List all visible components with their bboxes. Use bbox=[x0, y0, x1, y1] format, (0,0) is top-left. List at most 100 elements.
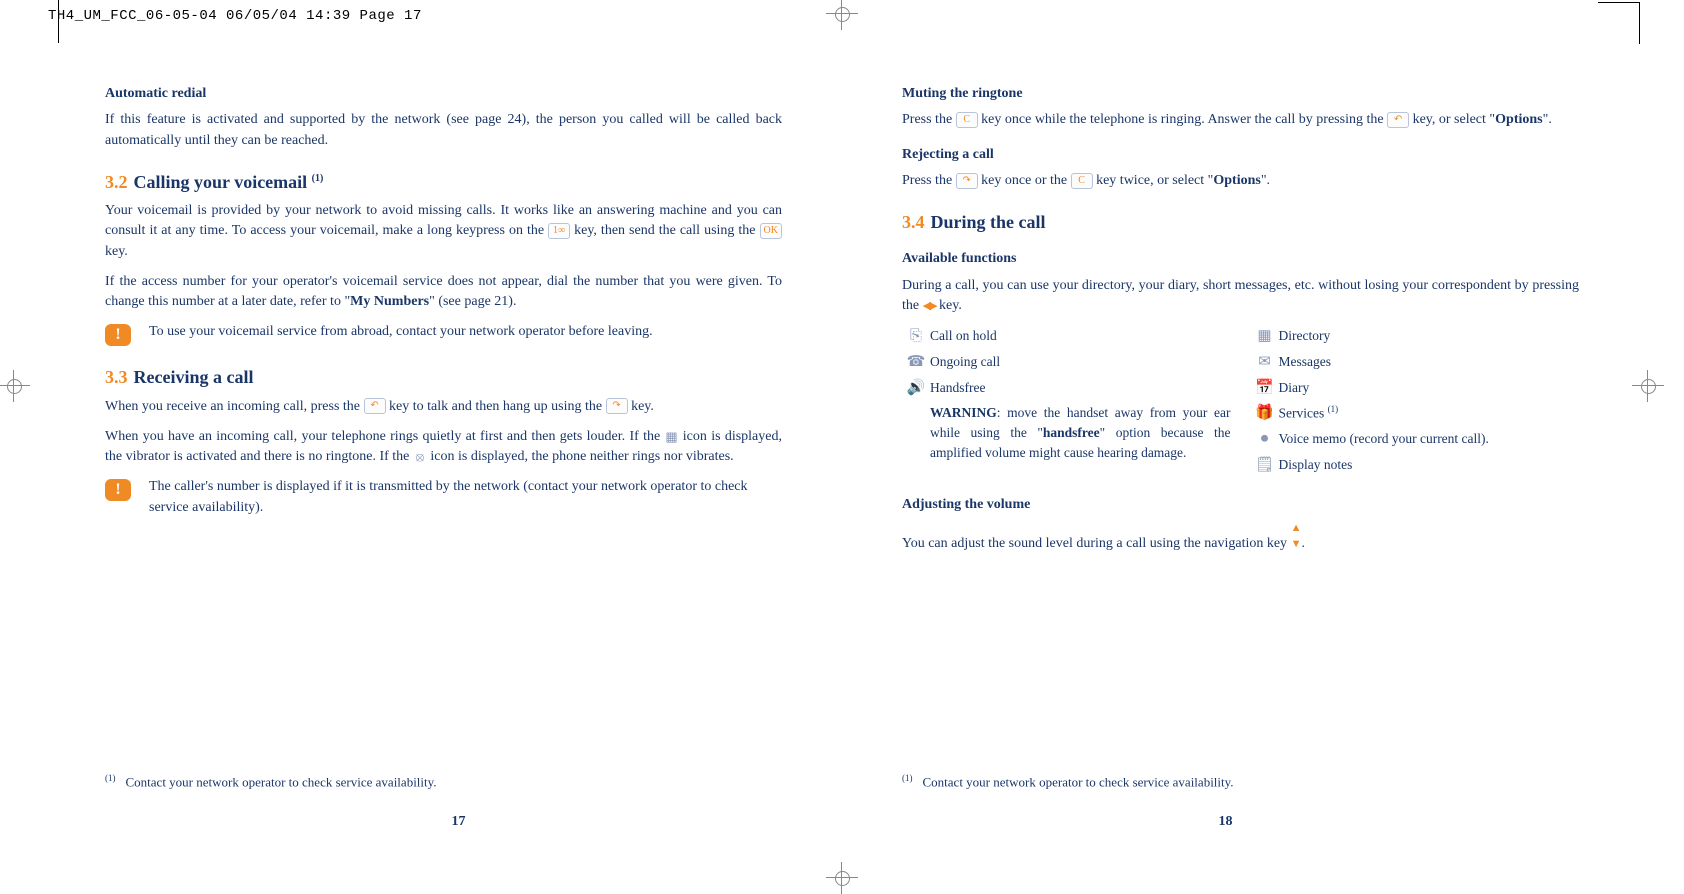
voicemail-key-icon: 1∞ bbox=[548, 223, 570, 239]
text-fragment: key once or the bbox=[978, 173, 1071, 188]
section-3-4-heading: 3.4 During the call bbox=[902, 209, 1579, 235]
text-fragment: When you have an incoming call, your tel… bbox=[105, 429, 664, 444]
note-block: ! The caller's number is displayed if it… bbox=[105, 477, 782, 518]
list-item: 📅Diary bbox=[1251, 378, 1580, 400]
bold-text: handsfree bbox=[1043, 425, 1100, 440]
body-text: During a call, you can use your director… bbox=[902, 276, 1579, 317]
heading-available-functions: Available functions bbox=[902, 249, 1579, 269]
crop-mark bbox=[58, 0, 59, 43]
section-3-2-heading: 3.2Calling your voicemail (1) bbox=[105, 169, 782, 195]
list-label: Voice memo (record your current call). bbox=[1279, 429, 1580, 449]
list-label: Ongoing call bbox=[930, 352, 1231, 372]
body-text: Your voicemail is provided by your netwo… bbox=[105, 201, 782, 262]
body-text: You can adjust the sound level during a … bbox=[902, 521, 1579, 554]
nav-up-down-icon: ▲▼ bbox=[1291, 521, 1302, 553]
pickup-key-icon: ↶ bbox=[364, 398, 386, 414]
text-fragment: key to talk and then hang up using the bbox=[386, 399, 606, 414]
text-fragment: " (see page 21). bbox=[429, 294, 516, 309]
text-fragment: During a call, you can use your director… bbox=[902, 278, 1579, 313]
body-text: Press the ↷ key once or the C key twice,… bbox=[902, 171, 1579, 191]
footnote: (1)Contact your network operator to chec… bbox=[902, 772, 1579, 792]
text-fragment: key. bbox=[628, 399, 654, 414]
section-number: 3.4 bbox=[902, 212, 925, 232]
footnote-ref: (1) bbox=[1328, 404, 1339, 414]
c-key-icon: C bbox=[956, 112, 978, 128]
hangup-key-icon: ↷ bbox=[606, 398, 628, 414]
page-17: Automatic redial If this feature is acti… bbox=[75, 70, 842, 852]
text-fragment: . bbox=[1301, 536, 1305, 551]
page-18: Muting the ringtone Press the C key once… bbox=[842, 70, 1609, 852]
functions-col-right: ▦Directory ✉Messages 📅Diary 🎁Services (1… bbox=[1251, 326, 1580, 481]
section-number: 3.2 bbox=[105, 172, 128, 192]
list-item: 🗒Display notes bbox=[1251, 455, 1580, 477]
list-label: Display notes bbox=[1279, 455, 1580, 475]
text-fragment: key. bbox=[105, 244, 128, 259]
page-number: 18 bbox=[842, 812, 1609, 832]
list-item: ☎Ongoing call bbox=[902, 352, 1231, 374]
list-label: Call on hold bbox=[930, 326, 1231, 346]
notes-icon: 🗒 bbox=[1251, 455, 1279, 477]
footnote: (1) Contact your network operator to chec… bbox=[105, 772, 812, 792]
services-icon: 🎁 bbox=[1251, 403, 1279, 425]
heading-automatic-redial: Automatic redial bbox=[105, 84, 782, 104]
handsfree-warning: WARNING: move the handset away from your… bbox=[930, 403, 1231, 462]
diary-icon: 📅 bbox=[1251, 378, 1279, 400]
text-fragment: Press the bbox=[902, 173, 956, 188]
pickup-key-icon: ↶ bbox=[1387, 112, 1409, 128]
bold-text: WARNING bbox=[930, 405, 997, 420]
body-text: When you receive an incoming call, press… bbox=[105, 397, 782, 417]
footnote-marker: (1) bbox=[902, 773, 913, 783]
bold-text: Options bbox=[1495, 112, 1542, 127]
note-text: To use your voicemail service from abroa… bbox=[149, 322, 782, 342]
text-fragment: key. bbox=[936, 298, 962, 313]
text-fragment: key, or select " bbox=[1409, 112, 1495, 127]
heading-muting-ringtone: Muting the ringtone bbox=[902, 84, 1579, 104]
handsfree-icon: 🔊 bbox=[902, 378, 930, 400]
footnote-marker: (1) bbox=[105, 773, 116, 783]
list-label: Services (1) bbox=[1279, 403, 1580, 423]
list-item: ✉Messages bbox=[1251, 352, 1580, 374]
vibrate-icon: ▦ bbox=[664, 430, 678, 444]
alert-icon: ! bbox=[105, 479, 131, 501]
nav-left-right-icon: ◀▶ bbox=[923, 300, 936, 312]
list-label: Messages bbox=[1279, 352, 1580, 372]
body-text: If this feature is activated and support… bbox=[105, 110, 782, 151]
heading-rejecting-call: Rejecting a call bbox=[902, 145, 1579, 165]
list-item: ⏺Voice memo (record your current call). bbox=[1251, 429, 1580, 451]
hangup-key-icon: ↷ bbox=[956, 173, 978, 189]
section-title: Receiving a call bbox=[134, 367, 254, 387]
footnote-text: Contact your network operator to check s… bbox=[126, 774, 437, 789]
ok-key-icon: OK bbox=[760, 223, 782, 239]
list-label: Handsfree bbox=[930, 378, 1231, 398]
alert-icon: ! bbox=[105, 324, 131, 346]
silent-icon: ⦻ bbox=[413, 450, 427, 464]
heading-adjusting-volume: Adjusting the volume bbox=[902, 495, 1579, 515]
note-text: The caller's number is displayed if it i… bbox=[149, 477, 782, 518]
text-fragment: key once while the telephone is ringing.… bbox=[978, 112, 1387, 127]
hold-icon: ⎘ bbox=[902, 326, 930, 348]
text-fragment: icon is displayed, the phone neither rin… bbox=[427, 449, 734, 464]
functions-col-left: ⎘Call on hold ☎Ongoing call 🔊Handsfree W… bbox=[902, 326, 1231, 481]
text-fragment: key, then send the call using the bbox=[570, 223, 759, 238]
section-title: During the call bbox=[931, 212, 1046, 232]
text-fragment: key twice, or select " bbox=[1093, 173, 1214, 188]
body-text: Press the C key once while the telephone… bbox=[902, 110, 1579, 130]
note-block: ! To use your voicemail service from abr… bbox=[105, 322, 782, 346]
section-3-3-heading: 3.3 Receiving a call bbox=[105, 364, 782, 390]
bold-text: My Numbers bbox=[350, 294, 429, 309]
registration-mark-icon bbox=[832, 868, 852, 888]
text-fragment: ". bbox=[1543, 112, 1552, 127]
messages-icon: ✉ bbox=[1251, 352, 1279, 374]
body-text: If the access number for your operator's… bbox=[105, 272, 782, 313]
bold-text: Options bbox=[1213, 173, 1260, 188]
text-fragment: ". bbox=[1261, 173, 1270, 188]
section-number: 3.3 bbox=[105, 367, 128, 387]
body-text: When you have an incoming call, your tel… bbox=[105, 427, 782, 468]
directory-icon: ▦ bbox=[1251, 326, 1279, 348]
list-item: ⎘Call on hold bbox=[902, 326, 1231, 348]
list-item: 🔊Handsfree bbox=[902, 378, 1231, 400]
crop-mark bbox=[1639, 2, 1640, 44]
text-fragment: Press the bbox=[902, 112, 956, 127]
text-fragment: When you receive an incoming call, press… bbox=[105, 399, 364, 414]
functions-list: ⎘Call on hold ☎Ongoing call 🔊Handsfree W… bbox=[902, 326, 1579, 481]
